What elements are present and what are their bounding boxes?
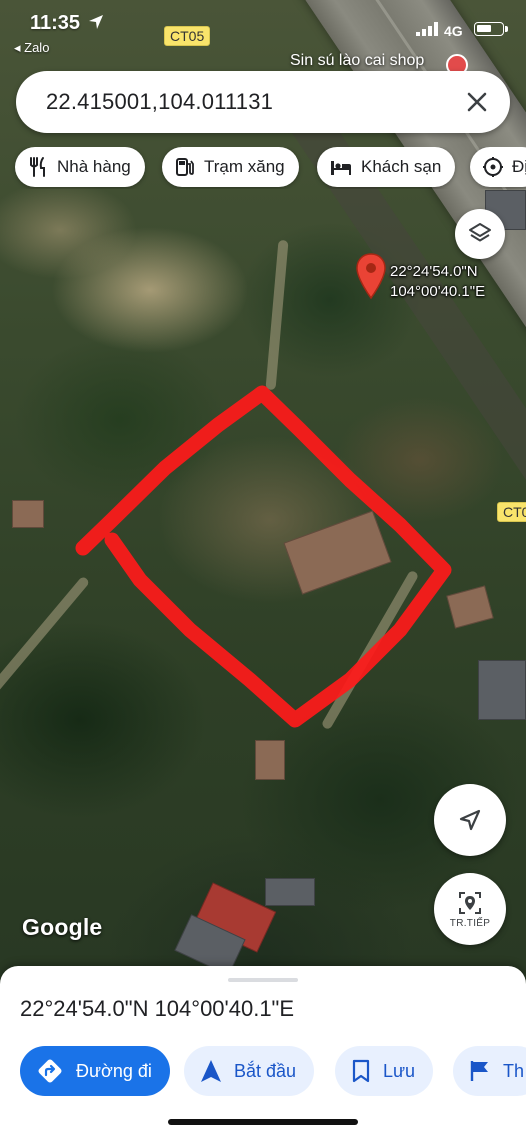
save-label: Lưu [383,1060,416,1081]
label-button-text: Th [503,1060,525,1081]
place-coordinates: 22°24'54.0"N 104°00'40.1"E [20,996,295,1021]
action-buttons: Đường đi Bắt đầu Lưu Th [0,1046,526,1098]
pin-coordinates-label: 22°24'54.0"N 104°00'40.1"E [390,262,485,302]
google-attribution: Google [22,914,103,940]
category-chips: Nhà hàng Trạm xăng Khách sạn Đị [0,147,526,189]
chip-gas-stations[interactable]: Trạm xăng [162,147,299,187]
layers-button[interactable] [455,209,505,259]
start-label: Bắt đầu [234,1060,297,1081]
status-bar: 11:35 ◂ Zalo 4G [0,0,526,58]
bookmark-icon [352,1059,370,1083]
signal-icon [416,22,438,36]
layers-icon [469,223,491,242]
sheet-drag-handle[interactable] [228,978,298,982]
label-button[interactable]: Th [453,1046,526,1096]
close-icon[interactable] [462,87,492,117]
network-type: 4G [444,23,463,39]
hotel-icon [331,161,351,175]
chip-hotels[interactable]: Khách sạn [317,147,456,187]
chip-label: Khách sạn [361,157,442,176]
status-time: 11:35 [30,12,81,34]
start-button[interactable]: Bắt đầu [184,1046,315,1096]
gas-station-icon [176,158,194,176]
navigation-arrow-icon [459,809,481,831]
chip-label: Nhà hàng [57,157,131,176]
search-input[interactable]: 22.415001,104.011131 [46,89,273,115]
chip-restaurants[interactable]: Nhà hàng [15,147,145,187]
my-location-button[interactable] [434,784,506,856]
attraction-icon [483,157,503,177]
chip-label: Trạm xăng [204,157,285,176]
dropped-pin-icon[interactable] [355,252,387,300]
live-view-button[interactable]: TR.TIẾP [434,873,506,945]
chip-label: Đị [512,157,526,176]
restaurant-icon [30,157,45,177]
home-indicator[interactable] [168,1119,358,1125]
chip-attractions[interactable]: Đị [470,147,526,187]
search-bar[interactable]: 22.415001,104.011131 [16,71,510,133]
directions-icon [38,1059,62,1083]
directions-button[interactable]: Đường đi [20,1046,170,1096]
place-bottom-sheet[interactable]: 22°24'54.0"N 104°00'40.1"E Đường đi Bắt … [0,966,526,1137]
pin-longitude: 104°00'40.1"E [390,283,486,300]
pin-latitude: 22°24'54.0"N [390,263,478,280]
flag-icon [470,1061,488,1081]
location-arrow-icon [89,15,103,29]
battery-icon [474,22,508,36]
back-to-app-link[interactable]: ◂ Zalo [14,40,49,56]
save-button[interactable]: Lưu [335,1046,434,1096]
live-view-icon [459,891,481,914]
live-view-label: TR.TIẾP [449,917,491,929]
map-place-label[interactable]: Sin sú lào cai shop [290,52,424,70]
navigation-arrow-icon [201,1060,221,1082]
directions-label: Đường đi [76,1060,152,1081]
